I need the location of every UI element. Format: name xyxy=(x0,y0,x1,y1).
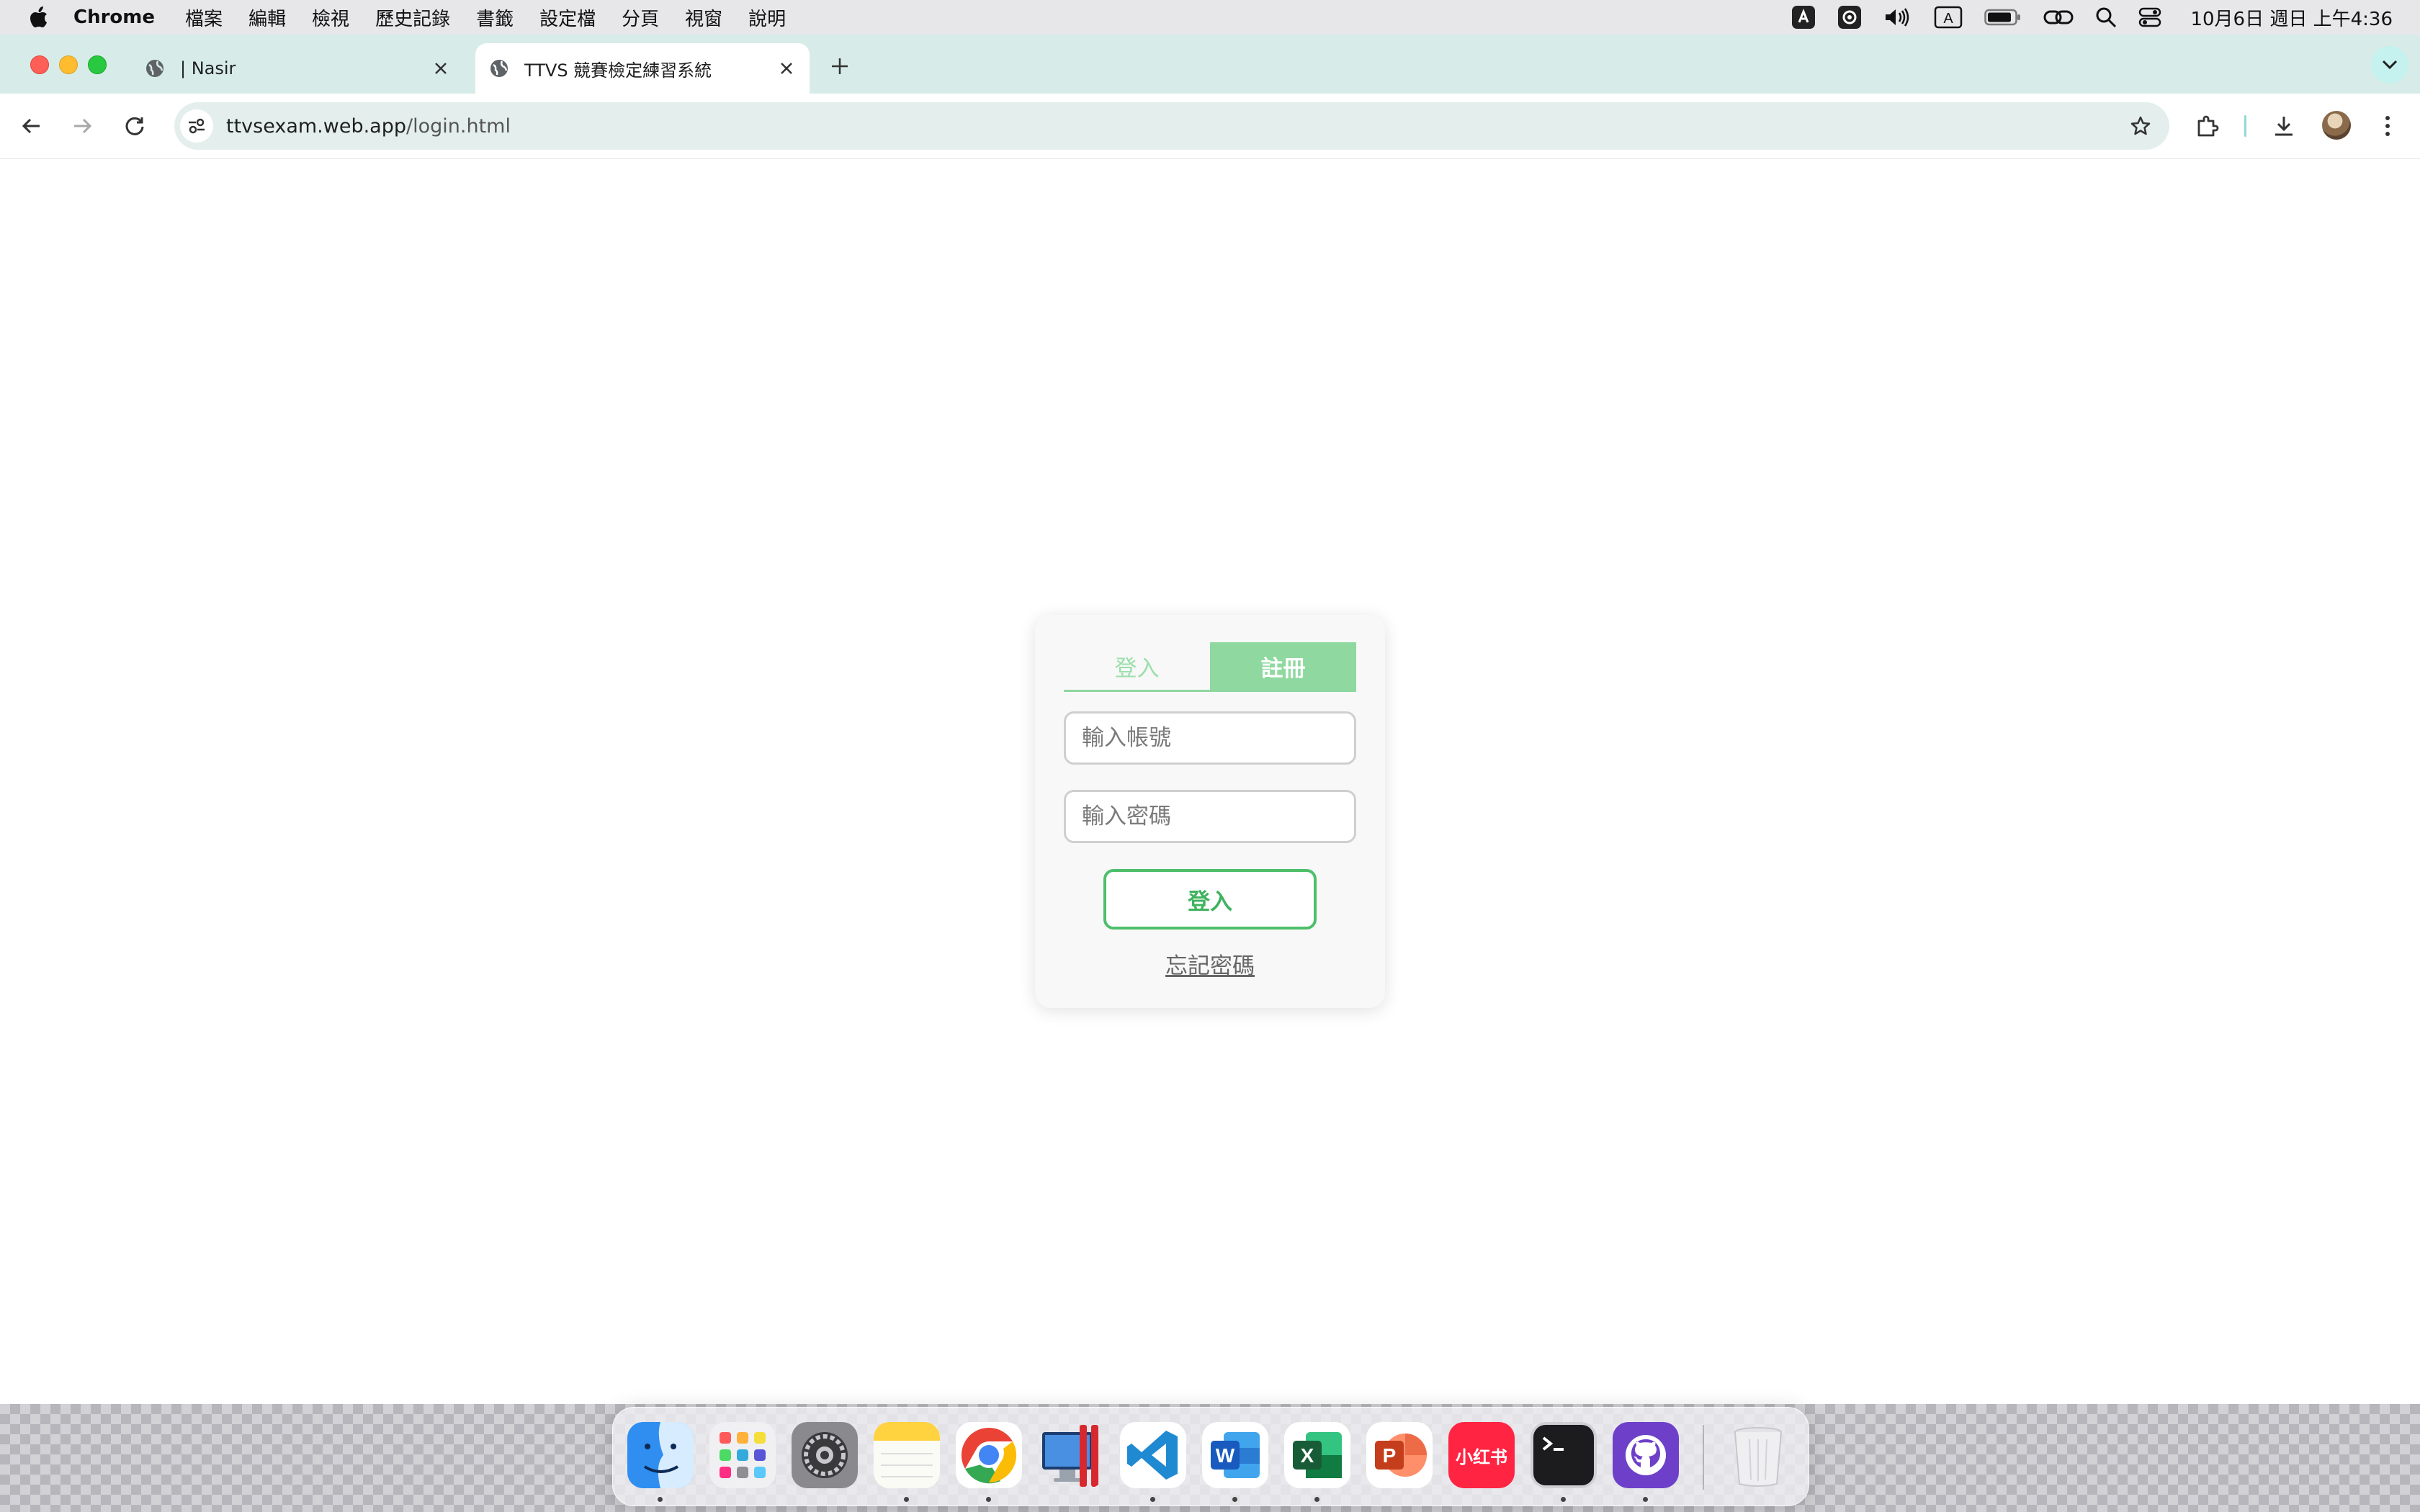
github-desktop-icon[interactable] xyxy=(1613,1422,1679,1488)
control-center-icon[interactable] xyxy=(2138,6,2161,28)
address-bar[interactable]: ttvsexam.web.app/login.html xyxy=(174,102,2169,150)
bookmark-star-icon[interactable] xyxy=(2126,112,2155,140)
link-icon[interactable] xyxy=(2043,7,2074,27)
menubar-clock[interactable]: 10月6日 週日 上午4:36 xyxy=(2190,4,2393,31)
input-source-label: A xyxy=(1944,11,1954,27)
screen-record-icon[interactable] xyxy=(1837,5,1862,30)
word-icon[interactable]: W xyxy=(1202,1422,1268,1488)
menu-profiles[interactable]: 設定檔 xyxy=(539,4,596,31)
chrome-icon[interactable] xyxy=(956,1422,1022,1488)
running-indicator xyxy=(1150,1497,1155,1502)
profile-avatar[interactable] xyxy=(2322,111,2351,140)
running-indicator xyxy=(1314,1497,1319,1502)
dock-divider xyxy=(1703,1425,1704,1490)
tab-strip: | Nasir TTVS 競賽檢定練習系統 xyxy=(0,35,2420,94)
url-host: ttvsexam.web.app xyxy=(226,114,407,138)
window-close-button[interactable] xyxy=(30,55,49,74)
menu-view[interactable]: 檢視 xyxy=(312,4,349,31)
back-arrow-icon[interactable] xyxy=(14,109,48,143)
status-app-icon[interactable] xyxy=(1791,5,1816,30)
menu-bookmarks[interactable]: 書籤 xyxy=(476,4,514,31)
menu-app-name[interactable]: Chrome xyxy=(73,6,155,28)
xiaohongshu-label: 小红书 xyxy=(1456,1446,1507,1467)
close-icon[interactable] xyxy=(774,55,799,81)
menu-edit[interactable]: 編輯 xyxy=(248,4,286,31)
dock: W X P 小红书 xyxy=(612,1407,1809,1506)
forward-arrow-icon[interactable] xyxy=(66,109,99,143)
system-settings-icon[interactable] xyxy=(792,1422,858,1488)
powerpoint-letter: P xyxy=(1383,1444,1397,1467)
running-indicator xyxy=(904,1497,909,1502)
browser-toolbar: ttvsexam.web.app/login.html xyxy=(0,94,2420,159)
reload-icon[interactable] xyxy=(118,109,151,143)
window-zoom-button[interactable] xyxy=(88,55,107,74)
notes-icon[interactable] xyxy=(874,1422,940,1488)
browser-window: | Nasir TTVS 競賽檢定練習系統 ttvsexam.web.app/l… xyxy=(0,35,2420,1404)
volume-icon[interactable] xyxy=(1883,6,1912,28)
finder-icon[interactable] xyxy=(627,1422,694,1488)
menu-tab[interactable]: 分頁 xyxy=(622,4,659,31)
login-card: 登入 註冊 登入 忘記密碼 xyxy=(1035,615,1385,1008)
running-indicator xyxy=(1561,1497,1566,1502)
input-source-icon[interactable]: A xyxy=(1934,6,1963,29)
window-minimize-button[interactable] xyxy=(59,55,78,74)
parallels-icon[interactable] xyxy=(1038,1422,1104,1488)
globe-icon xyxy=(488,58,510,79)
excel-letter: X xyxy=(1301,1444,1314,1467)
tab-title: | Nasir xyxy=(180,58,236,78)
spotlight-search-icon[interactable] xyxy=(2095,6,2117,28)
tab-ttvs[interactable]: TTVS 競賽檢定練習系統 xyxy=(475,43,810,94)
forgot-password-link[interactable]: 忘記密碼 xyxy=(1035,948,1385,980)
menu-file[interactable]: 檔案 xyxy=(185,4,223,31)
word-letter: W xyxy=(1216,1444,1235,1467)
close-icon[interactable] xyxy=(428,55,454,81)
vscode-icon[interactable] xyxy=(1120,1422,1186,1488)
login-button[interactable]: 登入 xyxy=(1103,869,1317,930)
running-indicator xyxy=(986,1497,991,1502)
password-input[interactable] xyxy=(1064,790,1356,843)
menu-window[interactable]: 視窗 xyxy=(685,4,722,31)
globe-icon xyxy=(144,58,166,79)
apple-icon[interactable] xyxy=(27,5,49,30)
tab-search-icon[interactable] xyxy=(2371,46,2408,84)
kebab-menu-icon[interactable] xyxy=(2371,109,2404,143)
new-tab-icon[interactable] xyxy=(825,52,854,81)
download-icon[interactable] xyxy=(2267,109,2300,143)
tab-title: TTVS 競賽檢定練習系統 xyxy=(524,60,712,81)
powerpoint-icon[interactable]: P xyxy=(1366,1422,1433,1488)
tab-login[interactable]: 登入 xyxy=(1064,642,1210,690)
toolbar-divider xyxy=(2244,115,2246,137)
menu-help[interactable]: 說明 xyxy=(748,4,786,31)
terminal-icon[interactable] xyxy=(1531,1422,1597,1488)
xiaohongshu-icon[interactable]: 小红书 xyxy=(1448,1422,1515,1488)
running-indicator xyxy=(1232,1497,1237,1502)
url-path: /login.html xyxy=(406,114,511,138)
menu-bar: Chrome 檔案 編輯 檢視 歷史記錄 書籤 設定檔 分頁 視窗 說明 A 1… xyxy=(0,0,2420,35)
trash-icon[interactable] xyxy=(1725,1422,1791,1488)
launchpad-icon[interactable] xyxy=(709,1422,776,1488)
account-input[interactable] xyxy=(1064,711,1356,765)
tab-nasir[interactable]: | Nasir xyxy=(131,43,464,94)
extensions-puzzle-icon[interactable] xyxy=(2191,109,2224,143)
menu-history[interactable]: 歷史記錄 xyxy=(375,4,450,31)
url-text[interactable]: ttvsexam.web.app/login.html xyxy=(226,115,511,138)
tab-register[interactable]: 註冊 xyxy=(1210,642,1356,690)
battery-icon[interactable] xyxy=(1984,8,2022,27)
excel-icon[interactable]: X xyxy=(1284,1422,1350,1488)
site-info-icon[interactable] xyxy=(180,109,213,143)
auth-tabs: 登入 註冊 xyxy=(1064,642,1356,692)
running-indicator xyxy=(658,1497,663,1502)
running-indicator xyxy=(1643,1497,1648,1502)
